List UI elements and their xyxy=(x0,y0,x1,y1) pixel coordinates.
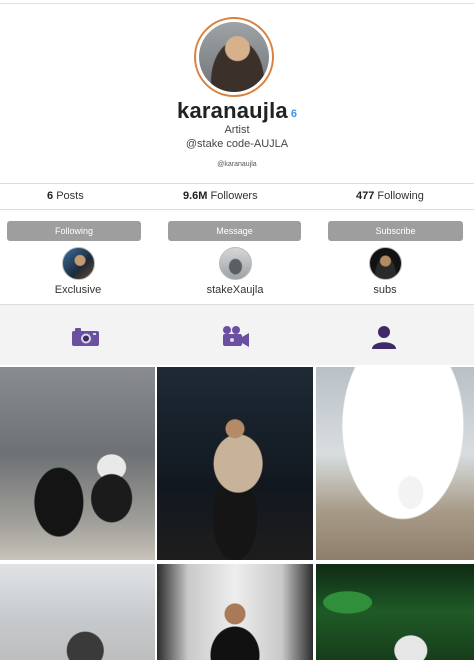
highlight-subs-cover xyxy=(368,247,402,280)
posts-count: 6 xyxy=(47,190,54,202)
username: karanaujla xyxy=(177,98,288,123)
post-thumbnail[interactable] xyxy=(157,564,313,660)
followers-count: 9.6M xyxy=(183,190,208,202)
post-thumbnail[interactable] xyxy=(0,367,155,560)
subscribe-button[interactable]: Subscribe xyxy=(328,221,463,241)
profile-handle-tag[interactable]: @karanaujla xyxy=(0,161,474,168)
following-label: Following xyxy=(377,190,424,202)
post-thumbnail[interactable] xyxy=(157,367,313,560)
following-button[interactable]: Following xyxy=(7,221,141,241)
post-thumbnail[interactable] xyxy=(0,564,155,660)
following-count: 477 xyxy=(356,190,375,202)
stat-following[interactable]: 477 Following xyxy=(356,190,424,202)
highlight-label: stakeXaujla xyxy=(206,284,264,296)
highlight-stakexaujla[interactable]: stakeXaujla xyxy=(185,247,285,296)
highlight-exclusive-cover xyxy=(61,247,95,280)
verified-badge-icon: 6 xyxy=(290,108,297,120)
highlight-label: Exclusive xyxy=(54,284,102,296)
post-thumbnail[interactable] xyxy=(316,367,474,560)
highlight-exclusive[interactable]: Exclusive xyxy=(28,247,128,296)
stats-top-divider xyxy=(0,183,474,184)
followers-label: Followers xyxy=(210,190,258,202)
posts-label: Posts xyxy=(56,190,84,202)
stats-bottom-divider xyxy=(0,209,474,210)
video-camera-icon[interactable] xyxy=(221,325,251,349)
highlight-subs[interactable]: subs xyxy=(335,247,435,296)
top-divider xyxy=(0,3,474,4)
profile-bio: @stake code-AUJLA xyxy=(185,138,289,150)
post-thumbnail[interactable] xyxy=(316,564,474,660)
stat-followers[interactable]: 9.6M Followers xyxy=(183,190,258,202)
avatar[interactable] xyxy=(199,22,269,92)
message-button[interactable]: Message xyxy=(168,221,301,241)
profile-avatar-ring[interactable] xyxy=(194,17,274,97)
person-icon[interactable] xyxy=(369,325,399,349)
highlight-label: subs xyxy=(373,284,397,296)
content-tab-bar xyxy=(0,305,474,365)
stat-posts[interactable]: 6 Posts xyxy=(47,190,84,202)
profile-category: Artist xyxy=(224,124,250,136)
camera-icon[interactable] xyxy=(71,325,101,349)
highlight-stakexaujla-cover xyxy=(218,247,252,280)
username-row: karanaujla 6 xyxy=(0,98,474,124)
